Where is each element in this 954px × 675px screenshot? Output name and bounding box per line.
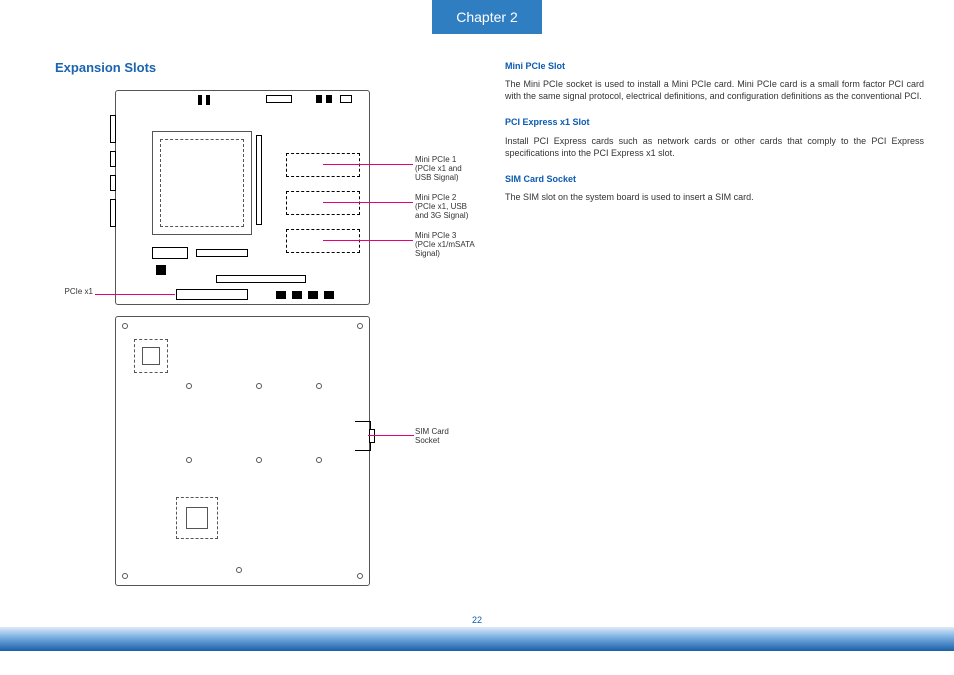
para-pcie-x1: Install PCI Express cards such as networ… xyxy=(505,135,924,159)
heading-pcie-x1: PCI Express x1 Slot xyxy=(505,116,924,128)
section-title: Expansion Slots xyxy=(55,60,475,75)
mini-pcie-2-slot xyxy=(286,191,360,215)
mini-pcie-3-slot xyxy=(286,229,360,253)
board-top-diagram xyxy=(115,90,370,305)
page-content: Expansion Slots xyxy=(55,60,924,605)
para-sim: The SIM slot on the system board is used… xyxy=(505,191,924,203)
chapter-tab: Chapter 2 xyxy=(432,0,542,34)
footer-chapter: Chapter 2 Hardware Installation xyxy=(55,658,196,669)
para-mini-pcie: The Mini PCIe socket is used to install … xyxy=(505,78,924,102)
mini-pcie-1-slot xyxy=(286,153,360,177)
label-mini-pcie-3: Mini PCIe 3 (PCIe x1/mSATA Signal) xyxy=(415,232,485,258)
label-mini-pcie-2: Mini PCIe 2 (PCIe x1, USB and 3G Signal) xyxy=(415,194,485,220)
label-mini-pcie-1: Mini PCIe 1 (PCIe x1 and USB Signal) xyxy=(415,156,485,182)
footer-bar xyxy=(0,627,954,651)
text-column: Mini PCIe Slot The Mini PCIe socket is u… xyxy=(505,60,924,605)
heading-mini-pcie: Mini PCIe Slot xyxy=(505,60,924,72)
label-pcie-x1: PCIe x1 xyxy=(57,288,93,297)
pcie-x1-slot xyxy=(176,289,248,300)
diagram-column: Expansion Slots xyxy=(55,60,475,605)
board-bottom-diagram xyxy=(115,316,370,586)
heading-sim: SIM Card Socket xyxy=(505,173,924,185)
page-number: 22 xyxy=(0,615,954,625)
label-sim-socket: SIM Card Socket xyxy=(415,428,485,446)
footer-url: www.dfi.com xyxy=(868,658,924,669)
